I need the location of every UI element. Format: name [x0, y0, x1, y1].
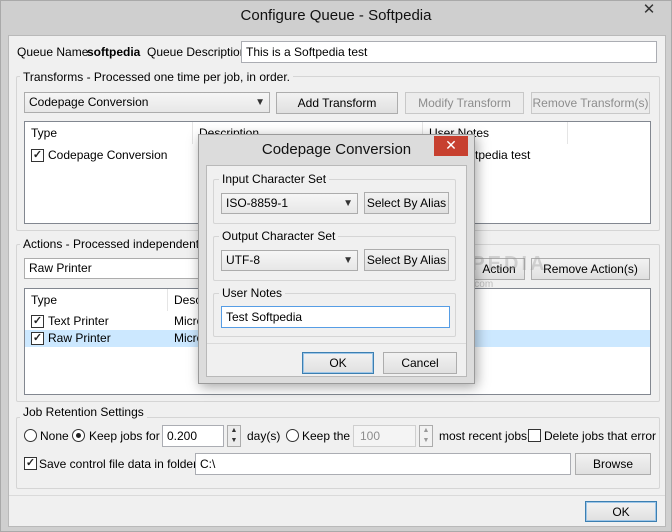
actions-column-type[interactable]: Type — [25, 289, 168, 311]
save-control-file-label: Save control file data in folder: — [39, 457, 201, 471]
control-folder-input[interactable]: C:\ — [195, 453, 571, 475]
retention-keep-count-label: Keep the — [302, 429, 351, 443]
transform-type-select[interactable]: Codepage Conversion ▼ — [24, 92, 270, 113]
action-type-value: Raw Printer — [29, 261, 92, 275]
chevron-down-icon: ▼ — [343, 198, 353, 209]
window-title: Configure Queue - Softpedia — [240, 7, 432, 24]
dialog-client-area: Input Character Set ISO-8859-1 ▼ Select … — [206, 165, 467, 377]
dialog-ok-button[interactable]: OK — [302, 352, 374, 374]
retention-days-unit: day(s) — [247, 429, 281, 443]
actions-column-notes[interactable] — [468, 289, 650, 311]
remove-action-button[interactable]: Remove Action(s) — [531, 258, 650, 280]
transform-type-value: Codepage Conversion — [29, 95, 149, 109]
retention-count-spinner[interactable]: ▲ ▼ — [419, 425, 433, 447]
output-charset-value: UTF-8 — [226, 253, 260, 267]
input-charset-value: ISO-8859-1 — [226, 196, 289, 210]
retention-count-input[interactable]: 100 — [353, 425, 416, 447]
retention-recent-label: most recent jobs — [439, 429, 528, 443]
output-charset-select[interactable]: UTF-8 ▼ — [221, 250, 358, 271]
footer-divider — [9, 495, 665, 496]
queue-name-label: Queue Name — [17, 45, 89, 59]
window-close-button[interactable]: ✕ — [635, 1, 663, 21]
queue-description-label: Queue Description — [147, 45, 247, 59]
input-charset-label: Input Character Set — [219, 172, 330, 186]
retention-none-label: None — [40, 429, 69, 443]
action-row-type: Raw Printer — [48, 331, 111, 345]
input-select-by-alias-button[interactable]: Select By Alias — [364, 192, 449, 214]
retention-none-radio[interactable] — [24, 429, 37, 442]
ok-button[interactable]: OK — [585, 501, 657, 522]
codepage-conversion-dialog: Codepage Conversion ✕ Input Character Se… — [198, 134, 475, 384]
dialog-footer-divider — [207, 343, 466, 344]
action-type-select[interactable]: Raw Printer — [24, 258, 204, 279]
action-row-type: Text Printer — [48, 314, 109, 328]
transforms-column-type[interactable]: Type — [25, 122, 193, 144]
chevron-down-icon: ▼ — [255, 97, 265, 108]
retention-keep-jobs-radio[interactable] — [72, 429, 85, 442]
add-transform-button[interactable]: Add Transform — [276, 92, 398, 114]
chevron-down-icon: ▼ — [343, 255, 353, 266]
retention-days-spinner[interactable]: ▲ ▼ — [227, 425, 241, 447]
dialog-title: Codepage Conversion — [261, 141, 412, 158]
job-retention-group-label: Job Retention Settings — [20, 405, 147, 419]
transform-row-notes: oftpedia test — [465, 148, 531, 162]
dialog-close-button[interactable]: ✕ — [434, 136, 468, 156]
queue-name-value: softpedia — [87, 45, 141, 59]
retention-keep-jobs-label: Keep jobs for — [89, 429, 160, 443]
user-notes-input[interactable]: Test Softpedia — [221, 306, 450, 328]
user-notes-label: User Notes — [219, 286, 286, 300]
retention-days-input[interactable]: 0.200 — [162, 425, 224, 447]
delete-error-jobs-checkbox[interactable] — [528, 429, 541, 442]
transforms-group-label: Transforms - Processed one time per job,… — [20, 70, 293, 84]
retention-keep-count-radio[interactable] — [286, 429, 299, 442]
configure-queue-window: Configure Queue - Softpedia ✕ Queue Name… — [0, 0, 672, 532]
transform-row-type: Codepage Conversion — [48, 148, 168, 162]
transforms-column-spacer — [568, 122, 650, 144]
remove-transform-button[interactable]: Remove Transform(s) — [531, 92, 650, 114]
output-select-by-alias-button[interactable]: Select By Alias — [364, 249, 449, 271]
modify-transform-button[interactable]: Modify Transform — [405, 92, 524, 114]
delete-error-jobs-label: Delete jobs that error — [544, 429, 657, 443]
actions-group-label: Actions - Processed independently, e — [20, 237, 224, 251]
save-control-file-checkbox[interactable]: ✓ — [24, 457, 37, 470]
queue-description-input[interactable]: This is a Softpedia test — [241, 41, 657, 63]
output-charset-label: Output Character Set — [219, 229, 339, 243]
dialog-cancel-button[interactable]: Cancel — [383, 352, 457, 374]
input-charset-select[interactable]: ISO-8859-1 ▼ — [221, 193, 358, 214]
browse-button[interactable]: Browse — [575, 453, 651, 475]
